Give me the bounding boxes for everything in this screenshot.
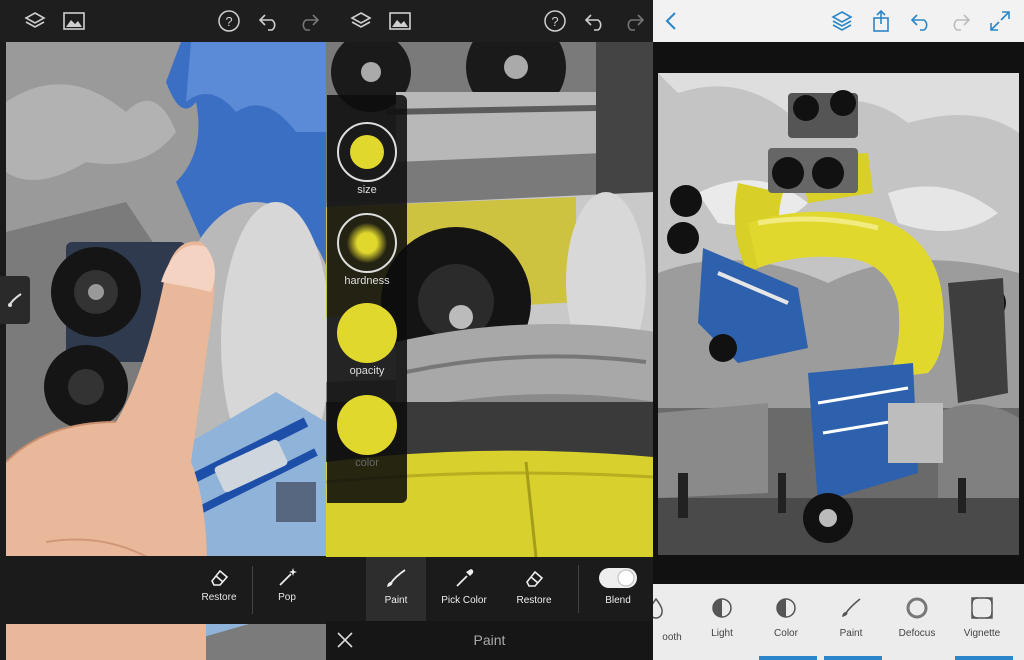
defocus-label: Defocus bbox=[898, 628, 936, 639]
hardness-option[interactable]: hardness bbox=[327, 213, 407, 287]
half-circle-icon bbox=[776, 598, 796, 618]
smooth-label: ooth bbox=[662, 632, 682, 643]
color-label: color bbox=[355, 457, 379, 469]
paint-tool[interactable]: Paint bbox=[818, 584, 884, 660]
light-tool[interactable]: Light bbox=[689, 584, 755, 660]
vignette-tool[interactable]: Vignette bbox=[949, 584, 1015, 660]
restore-tool[interactable]: Restore bbox=[186, 556, 252, 624]
vignette-tool-indicator bbox=[955, 656, 1013, 660]
eraser-icon bbox=[211, 569, 229, 586]
half-circle-icon bbox=[712, 598, 732, 618]
droplet-icon bbox=[653, 597, 663, 619]
vignette-label: Vignette bbox=[963, 628, 1001, 639]
brush-panel-tab[interactable] bbox=[0, 276, 30, 324]
divider bbox=[252, 566, 253, 614]
help-icon[interactable]: ? bbox=[542, 8, 568, 34]
hardness-swatch bbox=[337, 213, 397, 273]
size-swatch bbox=[337, 122, 397, 182]
adjustments-toolbar: ooth Light Color Paint Defocus Vignette bbox=[653, 584, 1024, 660]
paint-label: Paint bbox=[839, 628, 863, 639]
defocus-tool[interactable]: Defocus bbox=[884, 584, 950, 660]
color-tool[interactable]: Color bbox=[753, 584, 819, 660]
restore-tool[interactable]: Restore bbox=[504, 557, 564, 621]
paint-tool[interactable]: Paint bbox=[366, 557, 426, 621]
size-label: size bbox=[357, 184, 377, 196]
svg-text:?: ? bbox=[551, 14, 558, 29]
opacity-swatch bbox=[337, 303, 397, 363]
paint-footer: Paint bbox=[326, 621, 653, 660]
color-swatch bbox=[337, 395, 397, 455]
layers-icon[interactable] bbox=[829, 8, 855, 34]
right-screen: ooth Light Color Paint Defocus Vignette bbox=[653, 0, 1024, 660]
brush-settings-panel: size hardness opacity color bbox=[327, 95, 407, 503]
photo-canvas[interactable] bbox=[658, 73, 1019, 555]
svg-text:?: ? bbox=[225, 14, 232, 29]
opacity-label: opacity bbox=[349, 365, 385, 377]
paint-tool-indicator bbox=[824, 656, 882, 660]
undo-icon[interactable] bbox=[582, 8, 608, 34]
redo-icon[interactable] bbox=[296, 8, 322, 34]
color-tool-indicator bbox=[759, 656, 817, 660]
top-toolbar: ? bbox=[0, 0, 326, 42]
top-toolbar bbox=[653, 0, 1024, 42]
opacity-option[interactable]: opacity bbox=[327, 303, 407, 377]
redo-icon[interactable] bbox=[947, 8, 973, 34]
paint-label: Paint bbox=[384, 595, 408, 606]
eraser-icon bbox=[526, 570, 544, 587]
blend-label: Blend bbox=[605, 595, 631, 606]
fullscreen-icon[interactable] bbox=[987, 8, 1013, 34]
brush-icon bbox=[8, 293, 22, 307]
undo-icon[interactable] bbox=[256, 8, 282, 34]
restore-label: Restore bbox=[201, 592, 237, 603]
brush-icon bbox=[842, 598, 861, 617]
layers-icon[interactable] bbox=[348, 8, 374, 34]
pop-label: Pop bbox=[278, 592, 296, 603]
color-label: Color bbox=[774, 628, 798, 639]
ring-icon bbox=[906, 597, 928, 619]
back-icon[interactable] bbox=[659, 8, 685, 34]
restore-label: Restore bbox=[516, 595, 552, 606]
vignette-icon bbox=[971, 597, 993, 619]
left-screen: ? Restore Pop bbox=[0, 0, 326, 660]
light-label: Light bbox=[711, 628, 733, 639]
brush-icon bbox=[387, 569, 406, 587]
pick-color-tool[interactable]: Pick Color bbox=[434, 557, 494, 621]
size-option[interactable]: size bbox=[327, 122, 407, 196]
layers-icon[interactable] bbox=[22, 8, 48, 34]
image-icon[interactable] bbox=[61, 8, 87, 34]
color-option[interactable]: color bbox=[327, 395, 407, 469]
blend-toggle[interactable]: Blend bbox=[588, 557, 648, 621]
hardness-label: hardness bbox=[344, 275, 390, 287]
middle-screen: ? size hardness opacity color Paint Pick… bbox=[326, 0, 653, 660]
image-icon[interactable] bbox=[387, 8, 413, 34]
bottom-toolbar: Restore Pop bbox=[0, 556, 326, 624]
help-icon[interactable]: ? bbox=[216, 8, 242, 34]
share-icon[interactable] bbox=[868, 8, 894, 34]
smooth-tool[interactable]: ooth bbox=[653, 584, 689, 660]
footer-title: Paint bbox=[473, 632, 506, 648]
toggle-icon bbox=[599, 568, 637, 588]
pop-tool[interactable]: Pop bbox=[254, 556, 320, 624]
magic-wand-icon bbox=[279, 568, 297, 586]
pick-color-label: Pick Color bbox=[441, 595, 487, 606]
divider bbox=[578, 565, 579, 613]
top-toolbar: ? bbox=[326, 0, 653, 42]
eyedropper-icon bbox=[456, 569, 474, 587]
undo-icon[interactable] bbox=[908, 8, 934, 34]
redo-icon[interactable] bbox=[621, 8, 647, 34]
bottom-toolbar: Paint Pick Color Restore Blend bbox=[326, 557, 653, 621]
